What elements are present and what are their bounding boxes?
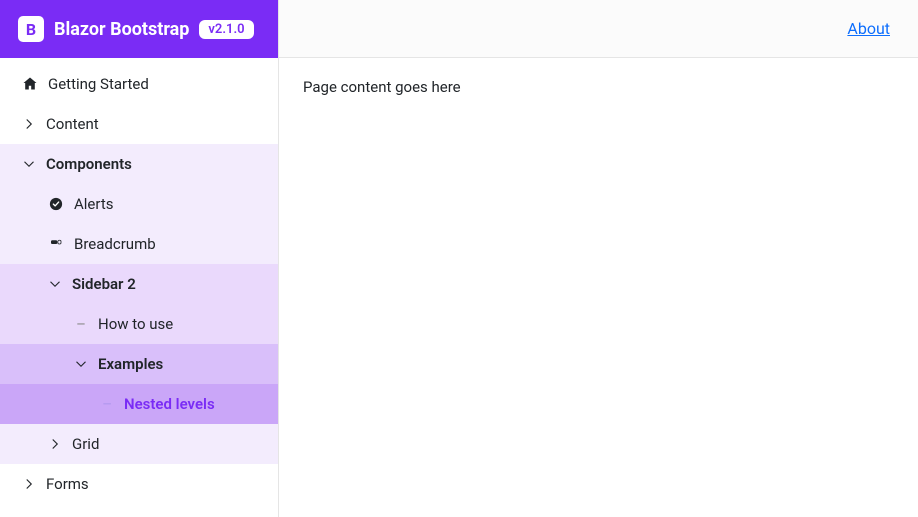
- sidebar-nav: Getting Started Content Components Alert…: [0, 58, 278, 517]
- check-circle-icon: [48, 196, 64, 212]
- sidebar-item-label: How to use: [98, 315, 173, 333]
- sidebar-item-alerts[interactable]: Alerts: [0, 184, 278, 224]
- sidebar-item-label: Examples: [98, 355, 163, 373]
- brand-bar: B Blazor Bootstrap v2.1.0: [0, 0, 278, 58]
- sidebar-item-nested-levels[interactable]: – Nested levels: [0, 384, 278, 424]
- home-icon: [22, 76, 38, 92]
- sidebar-item-label: Alerts: [74, 195, 114, 213]
- sidebar-item-label: Getting Started: [48, 75, 149, 93]
- sidebar-item-label: Sidebar 2: [72, 275, 136, 293]
- sidebar-item-components[interactable]: Components: [0, 144, 278, 184]
- sidebar-item-label: Forms: [46, 475, 89, 493]
- sidebar-item-label: Nested levels: [124, 395, 215, 413]
- sidebar-item-label: Components: [46, 155, 132, 173]
- chevron-right-icon: [48, 437, 62, 451]
- chevron-down-icon: [48, 277, 62, 291]
- dash-icon: –: [74, 317, 88, 332]
- page-content: Page content goes here: [279, 58, 918, 116]
- sidebar-item-how-to-use[interactable]: – How to use: [0, 304, 278, 344]
- page-body-text: Page content goes here: [303, 78, 461, 96]
- segment-icon: [48, 236, 64, 252]
- topbar: About: [279, 0, 918, 58]
- version-badge: v2.1.0: [199, 20, 253, 39]
- sidebar-item-getting-started[interactable]: Getting Started: [0, 64, 278, 104]
- sidebar-item-label: Grid: [72, 435, 99, 453]
- brand-logo-icon: B: [18, 16, 44, 42]
- sidebar-item-label: Content: [46, 115, 99, 133]
- about-link[interactable]: About: [847, 19, 890, 38]
- sidebar-item-forms[interactable]: Forms: [0, 464, 278, 504]
- sidebar-item-content[interactable]: Content: [0, 104, 278, 144]
- sidebar-item-sidebar2[interactable]: Sidebar 2: [0, 264, 278, 304]
- chevron-down-icon: [22, 157, 36, 171]
- chevron-right-icon: [22, 117, 36, 131]
- sidebar-item-grid[interactable]: Grid: [0, 424, 278, 464]
- dash-icon: –: [100, 397, 114, 412]
- sidebar-item-examples[interactable]: Examples: [0, 344, 278, 384]
- sidebar-item-breadcrumb[interactable]: Breadcrumb: [0, 224, 278, 264]
- main-area: About Page content goes here: [279, 0, 918, 517]
- sidebar: B Blazor Bootstrap v2.1.0 Getting Starte…: [0, 0, 279, 517]
- sidebar-item-label: Breadcrumb: [74, 235, 156, 253]
- brand-title: Blazor Bootstrap: [54, 19, 189, 40]
- chevron-down-icon: [74, 357, 88, 371]
- chevron-right-icon: [22, 477, 36, 491]
